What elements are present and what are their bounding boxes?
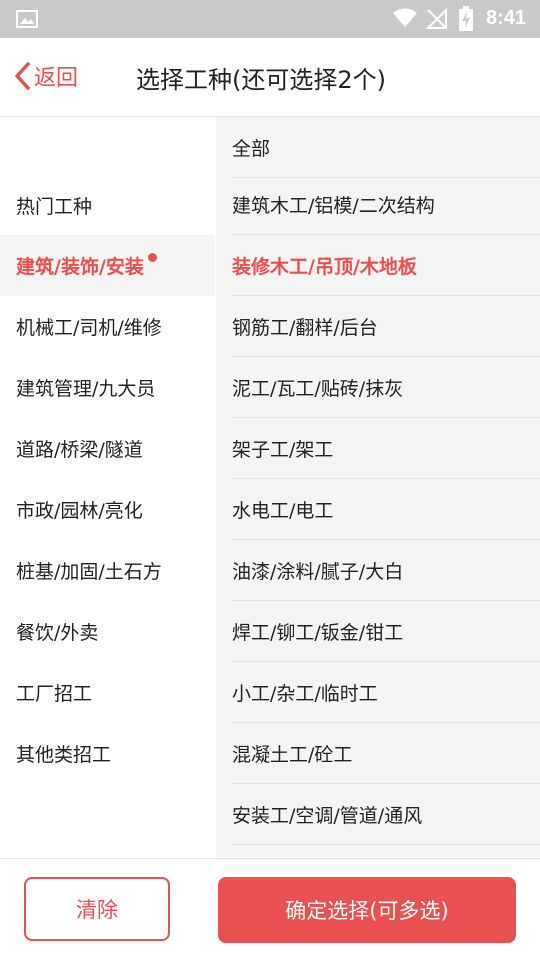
category-label: 餐饮/外卖: [16, 622, 99, 644]
category-label: 桩基/加固/土石方: [16, 561, 162, 583]
category-label: 工厂招工: [16, 683, 93, 705]
category-menu: 热门工种 建筑/装饰/安装 机械工/司机/维修 建筑管理/九大员 道路/桥梁/隧…: [0, 117, 215, 857]
category-label: 道路/桥梁/隧道: [16, 439, 143, 461]
category-item-management[interactable]: 建筑管理/九大员: [0, 357, 215, 418]
no-signal-icon: [426, 8, 447, 29]
bottom-action-bar: 清除 确定选择(可多选): [0, 858, 540, 961]
header: 返回 选择工种(还可选择2个): [0, 38, 540, 117]
job-type-label: 小工/杂工/临时工: [232, 682, 378, 705]
job-type-label: 全部: [232, 137, 271, 160]
job-type-label: 钢筋工/翻样/后台: [232, 316, 378, 339]
job-type-item[interactable]: 架子工/架工: [232, 418, 540, 479]
job-type-label: 装修木工/吊顶/木地板: [232, 255, 417, 278]
job-type-item[interactable]: 焊工/铆工/钣金/钳工: [232, 601, 540, 662]
job-type-label: 混凝土工/砼工: [232, 743, 353, 766]
category-label: 机械工/司机/维修: [16, 317, 162, 339]
job-type-label: 安装工/空调/管道/通风: [232, 804, 423, 827]
category-item-factory[interactable]: 工厂招工: [0, 662, 215, 723]
category-label: 建筑管理/九大员: [16, 378, 156, 400]
chevron-left-icon: [15, 62, 30, 90]
status-bar: 8:41: [0, 0, 540, 38]
job-type-label: 泥工/瓦工/贴砖/抹灰: [232, 377, 404, 400]
wifi-icon: [393, 8, 417, 27]
category-label: 热门工种: [16, 196, 93, 218]
job-type-item[interactable]: 水电工/电工: [232, 479, 540, 540]
category-item-municipal[interactable]: 市政/园林/亮化: [0, 479, 215, 540]
job-type-item[interactable]: 小工/杂工/临时工: [232, 662, 540, 723]
job-type-item[interactable]: 全部: [232, 117, 540, 178]
job-type-item[interactable]: 油漆/涂料/腻子/大白: [232, 540, 540, 601]
job-type-list: 全部 建筑木工/铝模/二次结构 装修木工/吊顶/木地板 钢筋工/翻样/后台 泥工…: [216, 117, 540, 857]
category-label: 其他类招工: [16, 744, 112, 766]
job-type-item-selected[interactable]: 装修木工/吊顶/木地板: [232, 235, 540, 296]
category-item-hot[interactable]: 热门工种: [0, 175, 215, 236]
category-item-roads-bridges[interactable]: 道路/桥梁/隧道: [0, 418, 215, 479]
job-type-item[interactable]: 泥工/瓦工/贴砖/抹灰: [232, 357, 540, 418]
battery-charging-icon: [459, 6, 473, 31]
job-type-item[interactable]: 钢筋工/翻样/后台: [232, 296, 540, 357]
category-item-catering[interactable]: 餐饮/外卖: [0, 601, 215, 662]
page-title: 选择工种(还可选择2个): [136, 66, 386, 94]
category-label: 市政/园林/亮化: [16, 500, 143, 522]
job-type-label: 建筑木工/铝模/二次结构: [232, 194, 435, 217]
job-type-label: 架子工/架工: [232, 438, 334, 461]
category-item-other[interactable]: 其他类招工: [0, 723, 215, 784]
job-type-item[interactable]: 建筑木工/铝模/二次结构: [232, 174, 540, 235]
status-time: 8:41: [485, 7, 526, 29]
job-type-label: 水电工/电工: [232, 499, 334, 522]
job-type-item[interactable]: 混凝土工/砼工: [232, 723, 540, 784]
category-item-machinery[interactable]: 机械工/司机/维修: [0, 296, 215, 357]
clear-button[interactable]: 清除: [24, 877, 170, 941]
job-type-label: 焊工/铆工/钣金/钳工: [232, 621, 404, 644]
category-item-piling[interactable]: 桩基/加固/土石方: [0, 540, 215, 601]
image-notification-icon: [16, 10, 38, 28]
job-type-label: 油漆/涂料/腻子/大白: [232, 560, 404, 583]
job-type-item[interactable]: 安装工/空调/管道/通风: [232, 784, 540, 845]
category-item-construction-decoration[interactable]: 建筑/装饰/安装: [0, 235, 215, 296]
category-label: 建筑/装饰/安装: [16, 256, 144, 278]
confirm-selection-button[interactable]: 确定选择(可多选): [218, 877, 516, 943]
back-label: 返回: [34, 66, 79, 91]
selected-indicator-dot: [147, 253, 157, 262]
back-button[interactable]: 返回: [12, 56, 78, 96]
